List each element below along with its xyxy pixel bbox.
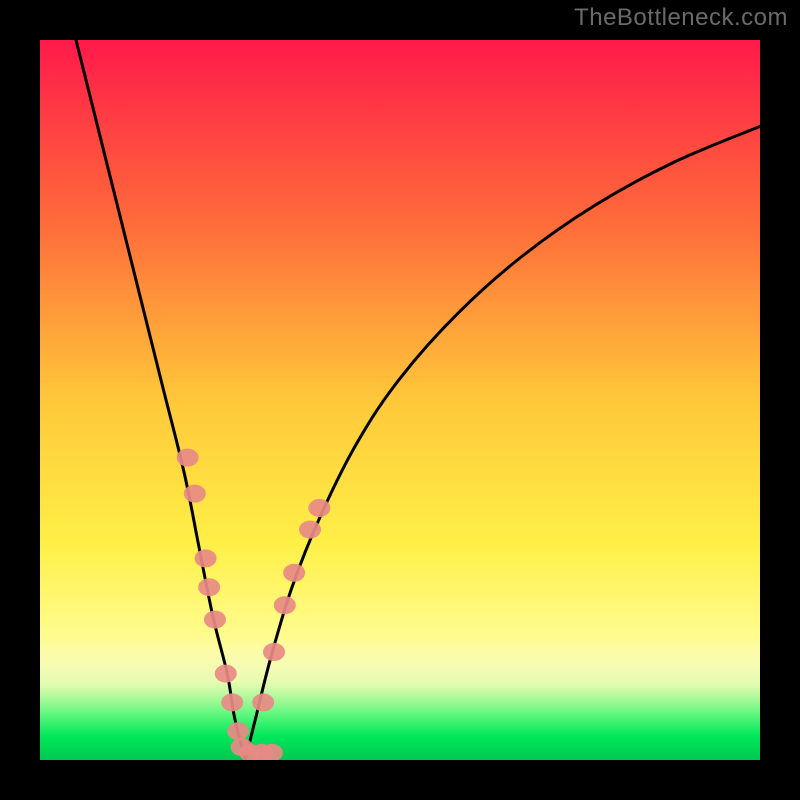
marker-point <box>198 578 220 596</box>
marker-point <box>204 611 226 629</box>
marker-point <box>195 549 217 567</box>
plot-area <box>40 40 760 760</box>
marker-point <box>221 693 243 711</box>
chart-frame: TheBottleneck.com <box>0 0 800 800</box>
watermark-text: TheBottleneck.com <box>574 4 788 32</box>
marker-point <box>227 722 249 740</box>
curve-group <box>76 40 760 760</box>
marker-point <box>299 521 321 539</box>
marker-point <box>215 665 237 683</box>
marker-point <box>308 499 330 517</box>
marker-point <box>263 643 285 661</box>
curve-right-curve <box>245 126 760 760</box>
marker-point <box>184 485 206 503</box>
marker-point <box>283 564 305 582</box>
marker-group <box>177 449 331 760</box>
marker-point <box>274 596 296 614</box>
curve-left-curve <box>76 40 245 760</box>
marker-point <box>177 449 199 467</box>
marker-point <box>252 693 274 711</box>
curves-layer <box>40 40 760 760</box>
